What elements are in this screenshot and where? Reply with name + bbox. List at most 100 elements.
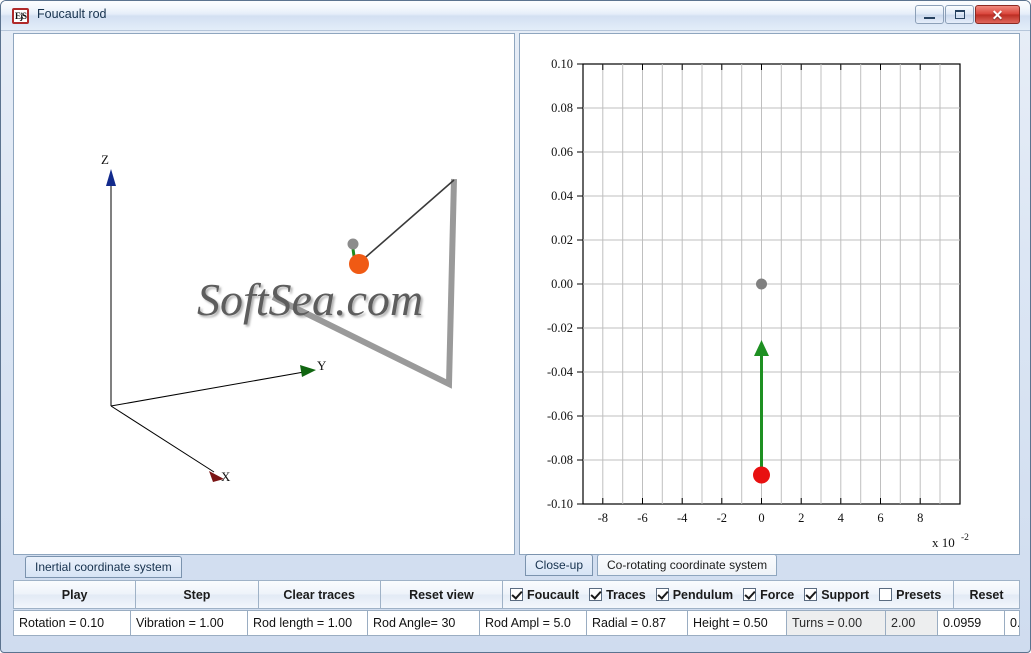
svg-text:-0.06: -0.06 <box>547 409 573 423</box>
tab-close-up[interactable]: Close-up <box>525 554 594 576</box>
reset-view-button-label: Reset view <box>409 587 474 602</box>
pivot-point <box>756 278 767 290</box>
field-value: 0.0000 <box>1010 616 1019 630</box>
z-axis-label: Z <box>101 152 109 167</box>
closeup-plot: 0.10 0.08 0.06 0.04 0.02 0.00 -0.02 -0.0… <box>547 57 969 550</box>
minimize-button[interactable] <box>915 5 944 24</box>
tab-inertial-coordinate-system[interactable]: Inertial coordinate system <box>25 556 182 578</box>
svg-text:0.04: 0.04 <box>551 189 574 203</box>
svg-text:-8: -8 <box>598 511 608 525</box>
field-rotation[interactable]: Rotation = 0.10 <box>13 610 131 636</box>
svg-text:8: 8 <box>917 511 923 525</box>
checkbox-label: Traces <box>606 587 646 602</box>
field-value: Turns = 0.00 <box>792 616 863 630</box>
checkbox-force[interactable]: Force <box>743 588 794 602</box>
bob-marker <box>349 254 369 274</box>
x-tick-labels: -8 -6 -4 -2 0 2 4 6 8 <box>598 511 924 525</box>
3d-scene: Z Y X <box>101 152 457 484</box>
svg-text:-6: -6 <box>637 511 647 525</box>
clear-traces-button[interactable]: Clear traces <box>258 580 381 609</box>
svg-text:-0.02: -0.02 <box>547 321 573 335</box>
tab-label: Inertial coordinate system <box>35 560 172 574</box>
pivot-marker <box>347 238 359 250</box>
checkmark-icon <box>743 588 757 601</box>
checkbox-traces[interactable]: Traces <box>589 588 646 602</box>
field-value-1[interactable]: 0.0959 <box>938 610 1005 636</box>
checkmark-icon <box>589 588 603 601</box>
display-options-group: Foucault Traces Pendulum Force Support P… <box>503 580 954 609</box>
field-value: Vibration = 1.00 <box>136 616 224 630</box>
checkbox-label: Pendulum <box>672 587 734 602</box>
field-value-2[interactable]: 0.0000 <box>1005 610 1020 636</box>
checkbox-label: Foucault <box>527 587 580 602</box>
closeup-plot-view[interactable]: 0.10 0.08 0.06 0.04 0.02 0.00 -0.02 -0.0… <box>519 33 1020 555</box>
field-rod-length[interactable]: Rod length = 1.00 <box>248 610 368 636</box>
play-button[interactable]: Play <box>13 580 137 609</box>
field-turns: Turns = 0.00 <box>787 610 886 636</box>
reset-button[interactable]: Reset <box>954 580 1020 609</box>
z-axis-arrow <box>106 169 116 186</box>
field-radial[interactable]: Radial = 0.87 <box>587 610 688 636</box>
title-bar: EjS Foucault rod ✕ <box>1 1 1030 31</box>
x-axis-multiplier: x 10 <box>932 535 955 550</box>
tab-co-rotating-coordinate-system[interactable]: Co-rotating coordinate system <box>597 554 778 576</box>
close-icon: ✕ <box>991 6 1004 23</box>
maximize-button[interactable] <box>945 5 974 24</box>
svg-text:6: 6 <box>877 511 883 525</box>
y-axis-arrow <box>300 365 316 377</box>
right-tabstrip: Close-up Co-rotating coordinate system <box>519 554 1020 578</box>
checkmark-icon <box>655 588 669 601</box>
support-frame <box>271 178 457 389</box>
step-button[interactable]: Step <box>136 580 259 609</box>
svg-text:-2: -2 <box>717 511 727 525</box>
svg-text:0: 0 <box>758 511 764 525</box>
svg-text:0.06: 0.06 <box>551 145 573 159</box>
left-tabstrip: Inertial coordinate system <box>13 556 515 580</box>
clear-traces-button-label: Clear traces <box>283 587 355 602</box>
app-window: EjS Foucault rod ✕ Z Y X 0.10 0.08 0.06 … <box>0 0 1031 653</box>
checkbox-foucault[interactable]: Foucault <box>510 588 579 602</box>
field-rod-ampl[interactable]: Rod Ampl = 5.0 <box>480 610 587 636</box>
svg-text:2: 2 <box>798 511 804 525</box>
checkbox-support[interactable]: Support <box>804 588 869 602</box>
svg-text:4: 4 <box>838 511 845 525</box>
y-axis-line <box>110 371 305 407</box>
checkbox-label: Support <box>821 587 870 602</box>
field-rod-angle[interactable]: Rod Angle= 30 <box>368 610 480 636</box>
svg-text:-0.10: -0.10 <box>547 497 573 511</box>
x-axis-label: X <box>221 469 231 484</box>
x-axis-line <box>110 405 215 473</box>
control-toolbar: Play Step Clear traces Reset view Foucau… <box>13 580 1020 609</box>
x-axis-multiplier-exponent: -2 <box>961 533 969 543</box>
field-vibration[interactable]: Vibration = 1.00 <box>131 610 248 636</box>
y-tick-labels: 0.10 0.08 0.06 0.04 0.02 0.00 -0.02 -0.0… <box>547 57 574 511</box>
svg-text:0.10: 0.10 <box>551 57 573 71</box>
play-button-label: Play <box>61 587 88 602</box>
field-value: Rod length = 1.00 <box>253 616 353 630</box>
field-height[interactable]: Height = 0.50 <box>688 610 787 636</box>
ejs-icon: EjS <box>12 8 29 24</box>
field-value: 0.0959 <box>943 616 982 630</box>
checkmark-icon <box>510 588 523 601</box>
field-time: 2.00 <box>886 610 938 636</box>
bob-point <box>753 466 770 484</box>
tab-label: Close-up <box>535 558 584 572</box>
field-value: Radial = 0.87 <box>592 616 667 630</box>
step-button-label: Step <box>183 587 211 602</box>
svg-text:-0.08: -0.08 <box>547 453 573 467</box>
close-button[interactable]: ✕ <box>975 5 1020 24</box>
reset-button-label: Reset <box>969 587 1004 602</box>
window-title: Foucault rod <box>37 7 107 21</box>
checkbox-pendulum[interactable]: Pendulum <box>655 587 734 602</box>
field-value: Rod Angle= 30 <box>373 616 456 630</box>
svg-text:-4: -4 <box>677 511 688 525</box>
checkbox-label: Force <box>760 587 795 602</box>
reset-view-button[interactable]: Reset view <box>380 580 503 609</box>
tab-label: Co-rotating coordinate system <box>607 558 768 572</box>
checkmark-icon <box>804 588 818 601</box>
checkbox-label: Presets <box>896 587 942 602</box>
inertial-3d-view[interactable]: Z Y X <box>13 33 515 555</box>
svg-text:0.08: 0.08 <box>551 101 573 115</box>
checkbox-presets[interactable]: Presets <box>879 588 941 602</box>
field-value: Height = 0.50 <box>693 616 768 630</box>
